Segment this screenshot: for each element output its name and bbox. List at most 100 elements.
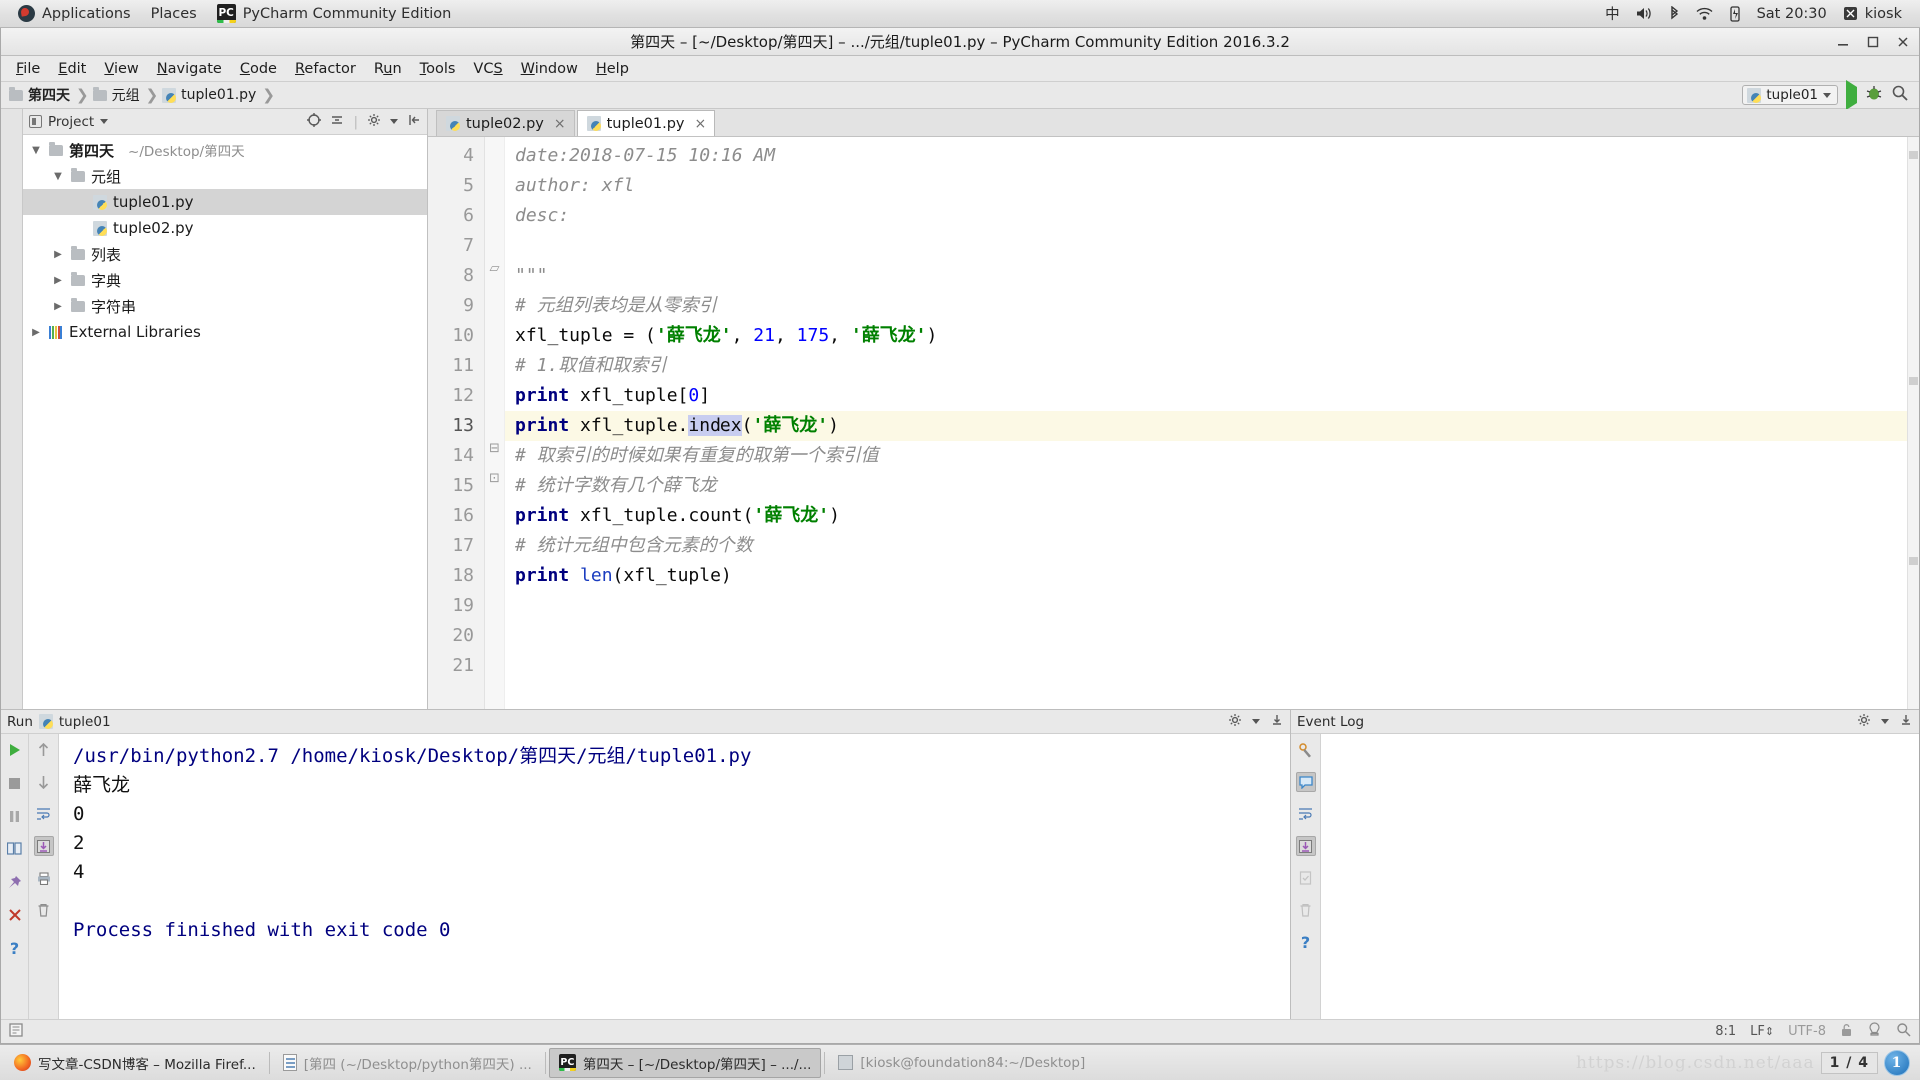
clock[interactable]: Sat 20:30 <box>1749 0 1835 27</box>
tree-node-字典[interactable]: ▶ 字典 <box>23 267 427 293</box>
tree-node-tuple02.py[interactable]: tuple02.py <box>23 215 427 241</box>
breadcrumb-folder[interactable]: 元组 <box>92 85 142 105</box>
code-line-12[interactable]: print xfl_tuple[0] <box>515 381 1907 411</box>
scroll-up-icon[interactable] <box>34 740 54 760</box>
collapse-all-icon[interactable] <box>330 113 344 131</box>
active-app-menu[interactable]: PC PyCharm Community Edition <box>207 0 462 27</box>
taskbar-item-pycharm[interactable]: PC 第四天 – [~/Desktop/第四天] – .../... <box>548 1047 822 1078</box>
gear-icon[interactable] <box>1228 713 1242 731</box>
rerun-icon[interactable] <box>5 740 25 760</box>
scroll-down-icon[interactable] <box>34 772 54 792</box>
code-text[interactable]: date:2018-07-15 10:16 AM author: xfl desc:… <box>505 137 1907 709</box>
input-method-indicator[interactable]: 中 <box>1597 0 1628 27</box>
tree-node-tuple01.py[interactable]: tuple01.py <box>23 189 427 215</box>
places-menu[interactable]: Places <box>141 0 207 27</box>
tree-node-External Libraries[interactable]: ▶ External Libraries <box>23 319 427 345</box>
bluetooth-icon[interactable] <box>1661 0 1688 27</box>
run-button[interactable] <box>1846 80 1857 110</box>
stop-icon[interactable] <box>5 773 25 793</box>
tree-node-元组[interactable]: ▼ 元组 <box>23 163 427 189</box>
debug-button[interactable] <box>1865 84 1883 106</box>
search-everywhere-button[interactable] <box>1891 84 1909 106</box>
caret-position[interactable]: 8:1 <box>1715 1024 1736 1039</box>
taskbar-item-firefox[interactable]: 写文章-CSDN博客 – Mozilla Firef... <box>4 1048 266 1078</box>
pause-icon[interactable] <box>5 806 25 826</box>
code-line-15[interactable]: # 统计字数有几个薛飞龙 <box>515 471 1907 501</box>
lock-icon[interactable] <box>1840 1023 1853 1041</box>
collapse-arrow-icon[interactable]: ▶ <box>51 301 65 312</box>
collapse-arrow-icon[interactable]: ▶ <box>29 327 43 338</box>
collapse-arrow-icon[interactable]: ▶ <box>51 249 65 260</box>
code-line-20[interactable] <box>515 621 1907 651</box>
applications-menu[interactable]: Applications <box>8 0 141 27</box>
tree-node-列表[interactable]: ▶ 列表 <box>23 241 427 267</box>
editor-tab-tuple02[interactable]: tuple02.py × <box>436 110 575 136</box>
menu-run[interactable]: Run <box>365 58 411 80</box>
wifi-icon[interactable] <box>1688 0 1721 27</box>
workspace-badge[interactable]: 1 <box>1884 1049 1910 1076</box>
fold-marker[interactable]: ⊟ <box>485 441 504 471</box>
menu-edit[interactable]: Edit <box>49 58 95 80</box>
code-line-13[interactable]: print xfl_tuple.index('薛飞龙') <box>505 411 1907 441</box>
minimize-button[interactable] <box>1833 32 1853 52</box>
code-folding-strip[interactable]: ▱ ⊟ ⊡ <box>485 137 505 709</box>
close-icon[interactable]: × <box>554 116 566 132</box>
clear-all-icon[interactable] <box>1296 900 1316 920</box>
menu-file[interactable]: File <box>7 58 49 80</box>
code-line-18[interactable]: print len(xfl_tuple) <box>515 561 1907 591</box>
gear-icon[interactable] <box>1857 713 1871 731</box>
code-line-19[interactable] <box>515 591 1907 621</box>
scroll-to-end-icon[interactable] <box>33 836 54 856</box>
pin-icon[interactable] <box>5 872 25 892</box>
hide-icon[interactable] <box>1899 713 1913 731</box>
menu-view[interactable]: View <box>95 58 147 80</box>
run-configuration-selector[interactable]: tuple01 <box>1742 85 1838 105</box>
code-line-7[interactable] <box>515 231 1907 261</box>
help-icon[interactable]: ? <box>1296 932 1316 952</box>
help-icon[interactable]: ? <box>5 938 25 958</box>
chevron-down-icon[interactable] <box>1881 719 1889 724</box>
code-line-21[interactable] <box>515 651 1907 681</box>
search-icon[interactable] <box>1896 1022 1911 1041</box>
battery-icon[interactable] <box>1721 0 1749 27</box>
volume-icon[interactable] <box>1628 0 1661 27</box>
expand-arrow-icon[interactable]: ▼ <box>29 145 43 156</box>
menu-tools[interactable]: Tools <box>411 58 465 80</box>
encoding-indicator[interactable]: UTF-8 <box>1788 1024 1826 1039</box>
chevron-down-icon[interactable] <box>1252 719 1260 724</box>
tree-node-第四天[interactable]: ▼ 第四天 ~/Desktop/第四天 <box>23 137 427 163</box>
menu-code[interactable]: Code <box>231 58 286 80</box>
editor-tab-tuple01[interactable]: tuple01.py × <box>576 110 716 136</box>
clear-all-icon[interactable] <box>34 900 54 920</box>
tree-node-字符串[interactable]: ▶ 字符串 <box>23 293 427 319</box>
menu-vcs[interactable]: VCS <box>464 58 511 80</box>
console-output[interactable]: /usr/bin/python2.7 /home/kiosk/Desktop/第… <box>59 734 1290 1019</box>
code-line-4[interactable]: date:2018-07-15 10:16 AM <box>515 141 1907 171</box>
taskbar-item-terminal[interactable]: [kiosk@foundation84:~/Desktop] <box>828 1048 1095 1078</box>
page-indicator[interactable]: 1 / 4 <box>1820 1051 1878 1074</box>
code-line-11[interactable]: # 1.取值和取索引 <box>515 351 1907 381</box>
layout-icon[interactable] <box>5 839 25 859</box>
menu-navigate[interactable]: Navigate <box>148 58 231 80</box>
code-line-9[interactable]: # 元组列表均是从零索引 <box>515 291 1907 321</box>
marker-strip[interactable] <box>1907 137 1919 709</box>
collapse-arrow-icon[interactable]: ▶ <box>51 275 65 286</box>
expand-arrow-icon[interactable]: ▼ <box>51 171 65 182</box>
close-icon[interactable]: × <box>694 116 706 132</box>
code-line-17[interactable]: # 统计元组中包含元素的个数 <box>515 531 1907 561</box>
menu-help[interactable]: Help <box>587 58 638 80</box>
balloon-icon[interactable] <box>1295 772 1316 792</box>
close-icon[interactable] <box>5 905 25 925</box>
hide-icon[interactable] <box>1270 713 1284 731</box>
hide-icon[interactable] <box>407 113 421 131</box>
user-menu[interactable]: kiosk <box>1835 0 1910 27</box>
code-line-16[interactable]: print xfl_tuple.count('薛飞龙') <box>515 501 1907 531</box>
code-line-5[interactable]: author: xfl <box>515 171 1907 201</box>
mark-read-icon[interactable] <box>1296 868 1316 888</box>
print-icon[interactable] <box>34 868 54 888</box>
code-line-14[interactable]: # 取索引的时候如果有重复的取第一个索引值 <box>515 441 1907 471</box>
settings-icon[interactable] <box>1296 740 1316 760</box>
target-icon[interactable] <box>307 112 322 131</box>
fold-marker[interactable]: ⊡ <box>485 471 504 501</box>
menu-window[interactable]: Window <box>512 58 587 80</box>
